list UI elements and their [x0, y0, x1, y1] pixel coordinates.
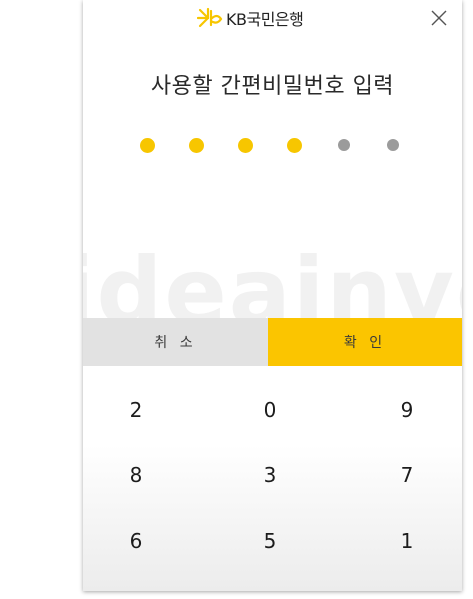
keypad-key[interactable]: 5 [230, 516, 310, 566]
pin-dot-filled [238, 138, 253, 153]
page-title: 사용할 간편비밀번호 입력 [150, 74, 395, 99]
pin-entry-screen: KB국민은행 사용할 간편비밀번호 입력 ideainvest 취 소 확 인 … [83, 0, 462, 591]
cancel-button[interactable]: 취 소 [83, 318, 268, 366]
pin-dot-filled [140, 138, 155, 153]
keypad-key[interactable]: 1 [367, 516, 447, 566]
keypad-key[interactable]: 9 [367, 385, 447, 435]
pin-dot-empty [338, 139, 350, 151]
keypad-key[interactable]: 8 [96, 450, 176, 500]
number-keypad: 2 0 9 8 3 7 6 5 1 [83, 366, 462, 591]
stage: KB국민은행 사용할 간편비밀번호 입력 ideainvest 취 소 확 인 … [0, 0, 473, 599]
action-bar: 취 소 확 인 [83, 318, 462, 366]
pin-dot-filled [189, 138, 204, 153]
confirm-button[interactable]: 확 인 [268, 318, 462, 366]
kb-star-logo-icon [197, 7, 223, 28]
header: KB국민은행 [83, 0, 462, 36]
close-icon[interactable] [429, 8, 449, 28]
keypad-key[interactable]: 7 [367, 450, 447, 500]
pin-dot-filled [287, 138, 302, 153]
kb-logo: KB국민은행 [197, 6, 304, 30]
keypad-key[interactable]: 6 [96, 516, 176, 566]
pin-indicator [83, 138, 462, 154]
keypad-key[interactable]: 3 [230, 450, 310, 500]
keypad-key[interactable]: 0 [230, 385, 310, 435]
pin-dot-empty [387, 139, 399, 151]
keypad-key[interactable]: 2 [96, 385, 176, 435]
brand-name: KB국민은행 [226, 10, 304, 29]
